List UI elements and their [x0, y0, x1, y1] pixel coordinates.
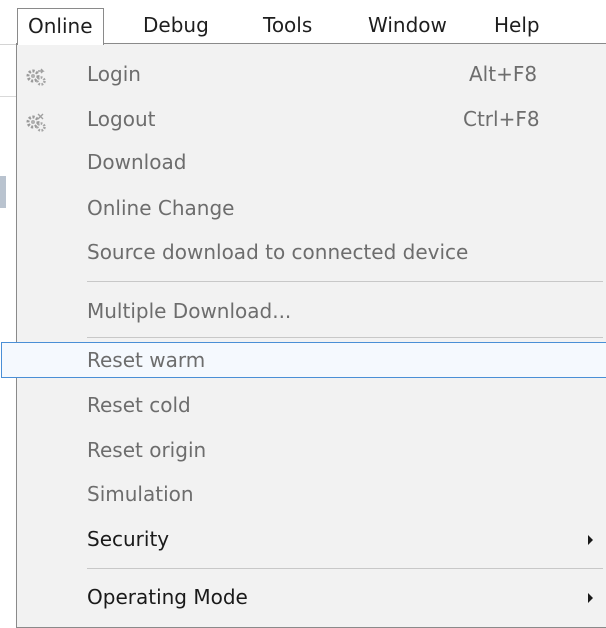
- menu-item-security[interactable]: Security: [17, 520, 606, 558]
- login-label: Login: [87, 62, 141, 86]
- operating-mode-label: Operating Mode: [87, 585, 248, 609]
- logout-shortcut: Ctrl+F8: [463, 107, 540, 131]
- simulation-label: Simulation: [87, 482, 194, 506]
- menu-item-logout[interactable]: Logout Ctrl+F8: [17, 100, 606, 138]
- logout-gears-icon: [25, 108, 47, 132]
- logout-label: Logout: [87, 107, 156, 131]
- source-download-label: Source download to connected device: [87, 240, 469, 264]
- menu-window[interactable]: Window: [358, 8, 457, 44]
- security-label: Security: [87, 527, 170, 551]
- download-label: Download: [87, 150, 187, 174]
- online-dropdown-menu: Login Alt+F8 Logout Ctrl+F8 Download Onl…: [1, 43, 606, 628]
- reset-origin-label: Reset origin: [87, 438, 207, 462]
- menu-separator: [87, 337, 603, 338]
- menu-debug[interactable]: Debug: [133, 8, 219, 44]
- menu-separator: [87, 281, 603, 282]
- menu-item-download[interactable]: Download: [17, 143, 606, 181]
- menu-item-reset-cold[interactable]: Reset cold: [17, 386, 606, 424]
- menu-separator: [87, 568, 603, 569]
- submenu-arrow-icon: [588, 535, 593, 545]
- login-shortcut: Alt+F8: [469, 62, 538, 86]
- menu-item-reset-warm[interactable]: Reset warm: [17, 341, 606, 379]
- background-panel-edge: [0, 176, 6, 208]
- menu-tools[interactable]: Tools: [253, 8, 322, 44]
- menu-bar: Online Debug Tools Window Help: [0, 0, 606, 45]
- menu-item-reset-origin[interactable]: Reset origin: [17, 431, 606, 469]
- menu-item-operating-mode[interactable]: Operating Mode: [17, 578, 606, 616]
- menu-item-multiple-download[interactable]: Multiple Download...: [17, 292, 606, 330]
- submenu-arrow-icon: [588, 593, 593, 603]
- menu-help[interactable]: Help: [484, 8, 550, 44]
- online-change-label: Online Change: [87, 196, 235, 220]
- reset-warm-label: Reset warm: [87, 348, 206, 372]
- menu-item-login[interactable]: Login Alt+F8: [17, 55, 606, 93]
- reset-cold-label: Reset cold: [87, 393, 191, 417]
- menu-item-online-change[interactable]: Online Change: [17, 189, 606, 227]
- multiple-download-label: Multiple Download...: [87, 299, 292, 323]
- menu-item-simulation[interactable]: Simulation: [17, 475, 606, 513]
- menu-item-source-download[interactable]: Source download to connected device: [17, 233, 606, 271]
- menu-online[interactable]: Online: [17, 8, 104, 45]
- login-gears-icon: [25, 63, 47, 86]
